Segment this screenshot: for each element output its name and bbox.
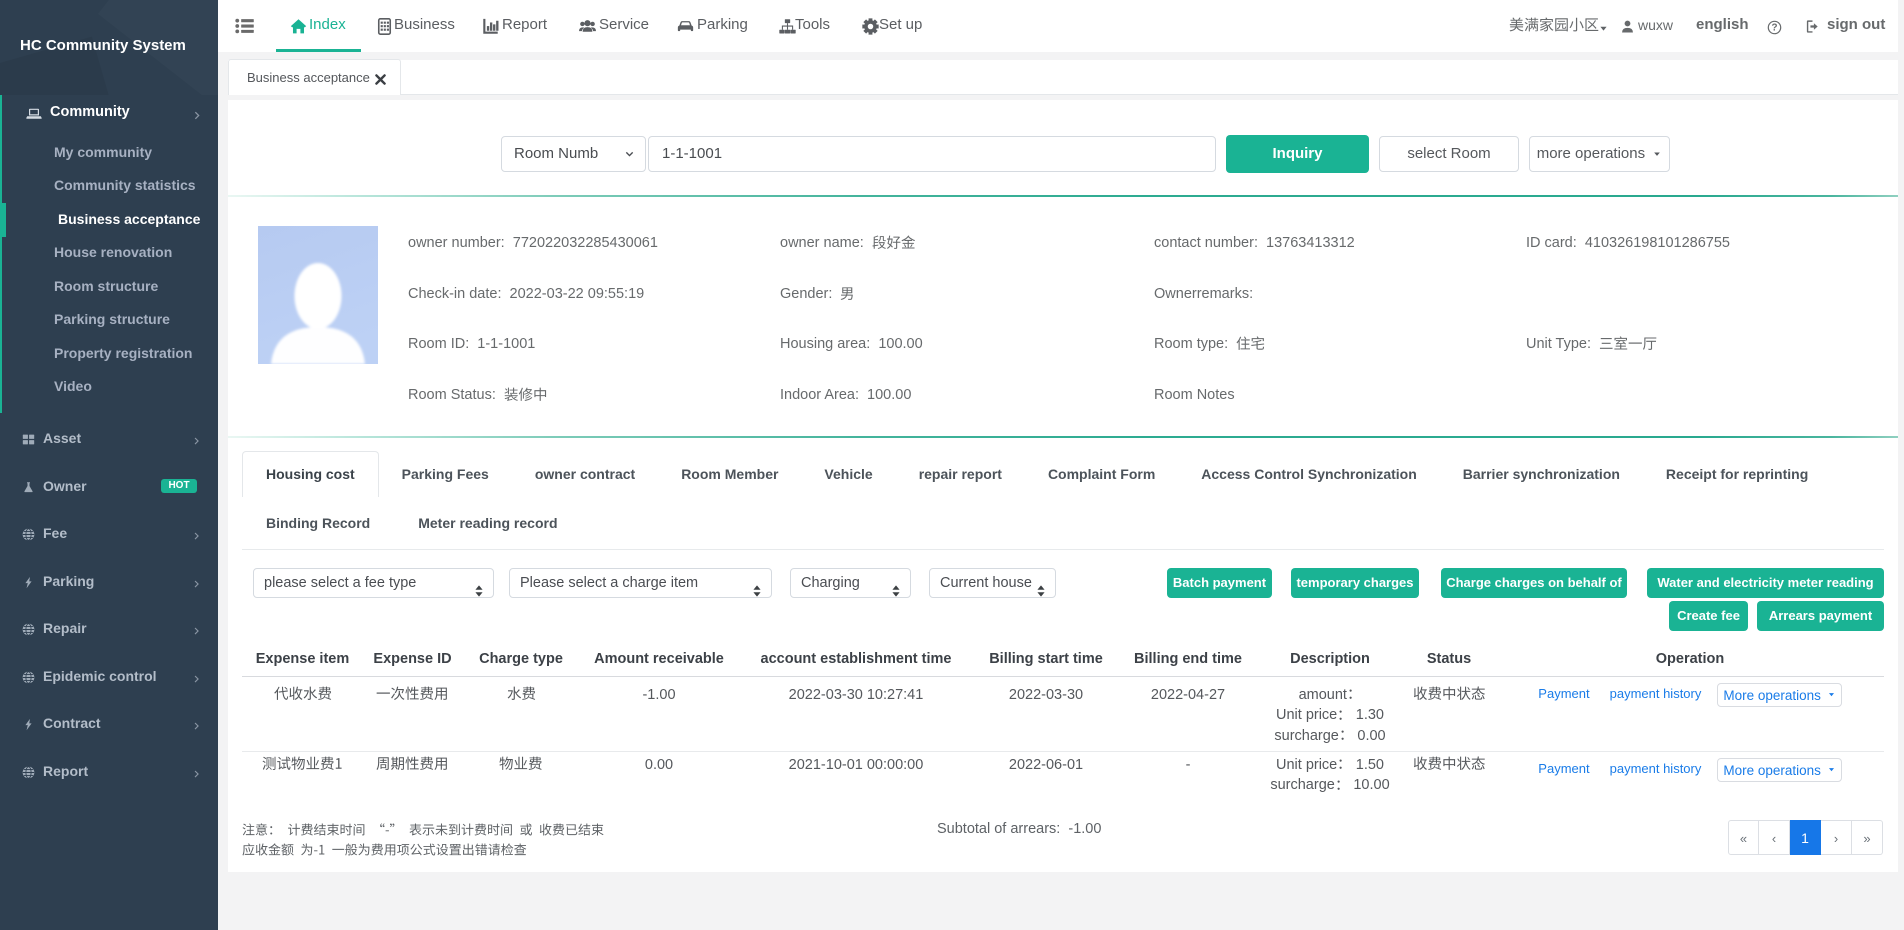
- svg-text:?: ?: [1771, 23, 1777, 34]
